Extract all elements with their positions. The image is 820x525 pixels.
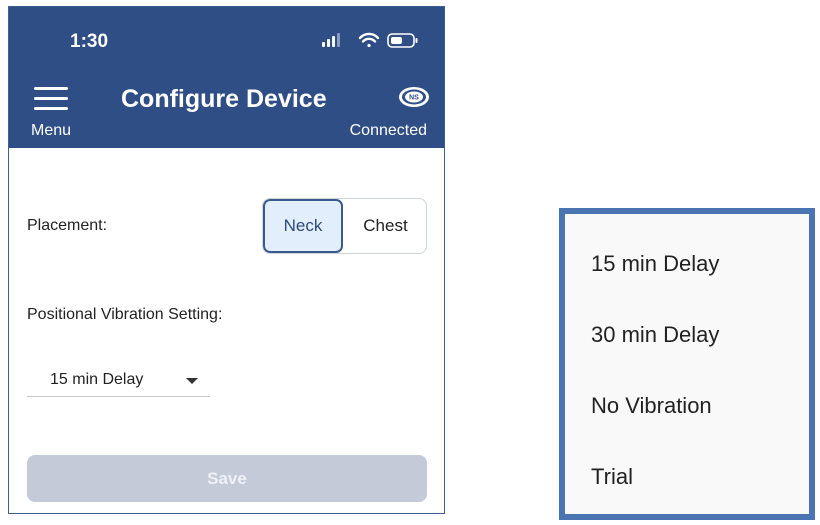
placement-chest-option[interactable]: Chest <box>343 199 426 253</box>
status-time: 1:30 <box>70 31 109 52</box>
vibration-options-list: 15 min Delay 30 min Delay No Vibration T… <box>559 208 815 520</box>
connection-status: Connected <box>349 122 427 139</box>
placement-segmented-control: Chest Neck <box>262 198 427 254</box>
save-button[interactable]: Save <box>27 455 427 502</box>
placement-label: Placement: <box>27 217 108 234</box>
app-header: 1:30 Menu Configure Device NS Connected <box>9 7 444 148</box>
ns-logo-icon: NS <box>399 87 429 107</box>
signal-icon <box>322 33 340 47</box>
option-trial[interactable]: Trial <box>591 464 633 490</box>
option-no-vibration[interactable]: No Vibration <box>591 393 712 419</box>
dropdown-caret-icon <box>186 378 198 384</box>
logo-text: NS <box>409 95 419 102</box>
menu-icon[interactable] <box>34 87 68 111</box>
option-30-min-delay[interactable]: 30 min Delay <box>591 322 719 348</box>
vibration-setting-label: Positional Vibration Setting: <box>27 306 223 323</box>
menu-label[interactable]: Menu <box>31 122 71 140</box>
vibration-setting-dropdown[interactable]: 15 min Delay <box>27 362 210 397</box>
option-15-min-delay[interactable]: 15 min Delay <box>591 251 719 277</box>
placement-neck-option[interactable]: Neck <box>263 199 343 253</box>
page-title: Configure Device <box>121 85 327 113</box>
battery-icon <box>387 33 418 48</box>
status-icons <box>322 32 418 48</box>
phone-screen: 1:30 Menu Configure Device NS Connected … <box>8 6 445 514</box>
dropdown-selected-value: 15 min Delay <box>50 371 144 388</box>
wifi-icon <box>358 32 380 48</box>
